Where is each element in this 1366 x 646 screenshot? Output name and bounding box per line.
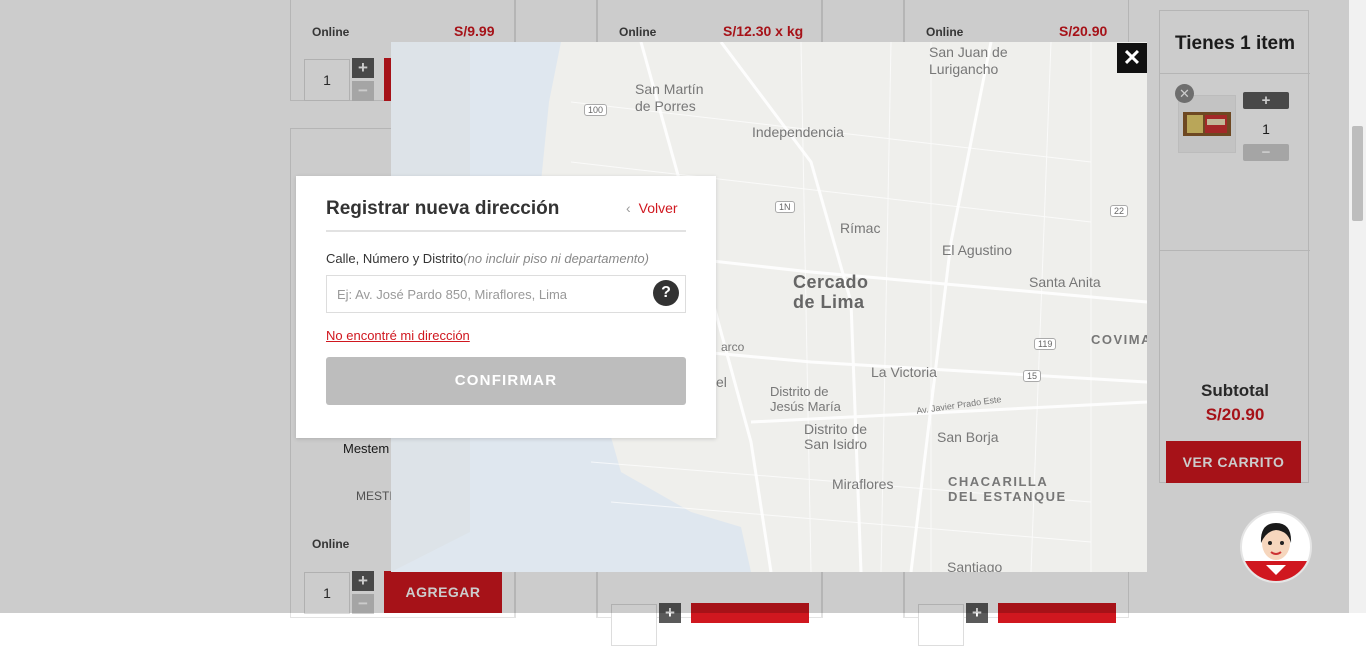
help-icon[interactable]: ? [653, 280, 679, 306]
page-scrollbar[interactable] [1349, 0, 1366, 613]
dialog-title: Registrar nueva dirección [326, 198, 560, 219]
confirm-button[interactable]: CONFIRMAR [326, 357, 686, 405]
back-link[interactable]: ‹ Volver [626, 200, 678, 216]
route-shield: 119 [1034, 338, 1057, 350]
close-map-button[interactable]: ✕ [1117, 43, 1147, 73]
assistant-icon [1242, 523, 1310, 581]
title-divider [326, 230, 686, 232]
map-label-santiago: Santiago [947, 559, 1003, 572]
scrollbar-thumb[interactable] [1352, 126, 1363, 221]
store-page: Online S/9.99 1 + − Online S/12.30 x kg … [0, 0, 1366, 646]
map-label-el-agustino: El Agustino [942, 242, 1013, 258]
back-label: Volver [638, 200, 678, 216]
map-label-rimac: Rímac [840, 220, 881, 236]
map-label-parque: arco [721, 340, 745, 354]
map-label-miraflores: Miraflores [832, 476, 894, 492]
map-label-chacarilla: CHACARILLA DEL ESTANQUE [948, 474, 1067, 504]
route-shield: 100 [584, 104, 608, 116]
route-shield: 22 [1110, 205, 1129, 217]
map-label-la-victoria: La Victoria [871, 364, 937, 380]
map-label-smp: San Martín de Porres [635, 81, 704, 114]
map-label-covima: COVIMA [1091, 332, 1147, 347]
address-label-hint: (no incluir piso ni departamento) [463, 251, 649, 266]
address-input[interactable] [326, 275, 686, 313]
map-label-santa-anita: Santa Anita [1029, 274, 1101, 290]
address-label-text: Calle, Número y Distrito [326, 251, 464, 266]
map-label-independencia: Independencia [752, 124, 844, 140]
map-label-el: el [716, 374, 727, 390]
map-label-sjl: San Juan de Lurigancho [929, 44, 1008, 77]
route-shield: 15 [1023, 370, 1042, 382]
map-label-cercado: Cercado de Lima [793, 272, 869, 312]
new-address-dialog: Registrar nueva dirección ‹ Volver Calle,… [296, 176, 716, 438]
chevron-left-icon: ‹ [626, 200, 631, 216]
address-not-found-link[interactable]: No encontré mi dirección [326, 328, 470, 343]
map-label-san-borja: San Borja [937, 429, 999, 445]
map-label-san-isidro: Distrito de San Isidro [804, 421, 868, 452]
address-field-label: Calle, Número y Distrito(no incluir piso… [326, 251, 649, 266]
map-label-jesus-maria: Distrito de Jesús María [770, 384, 841, 414]
chat-assistant-avatar[interactable] [1240, 511, 1312, 583]
route-shield: 1N [775, 201, 795, 213]
